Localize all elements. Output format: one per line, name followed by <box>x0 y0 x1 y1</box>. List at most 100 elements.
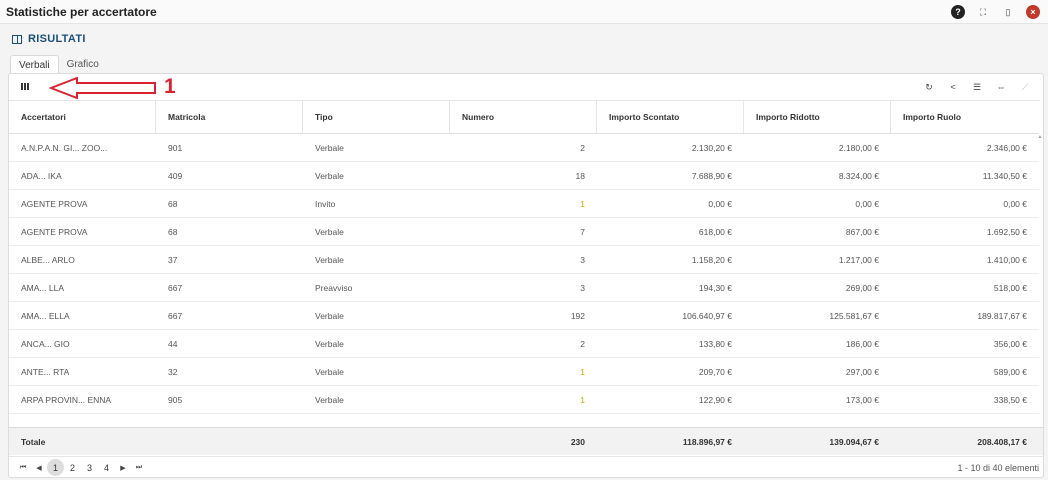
cell-importo-ruolo: 518,00 € <box>993 282 1027 293</box>
cell-tipo: Verbale <box>315 254 344 265</box>
prev-page-button[interactable]: ◀ <box>31 464 47 472</box>
totals-importo-ridotto: 139.094,67 € <box>829 436 879 447</box>
totals-empty-matricola <box>156 428 303 455</box>
cell-importo-ruolo: 1.692,50 € <box>986 226 1027 237</box>
book-icon <box>12 34 22 44</box>
cell-importo-ruolo: 338,50 € <box>993 394 1027 405</box>
cell-accertatore: AMA... LLA <box>21 282 64 293</box>
table-row[interactable]: AMA... ELLA 667 Verbale 192 106.640,97 € 125.… <box>9 302 1039 330</box>
totals-label: Totale <box>21 436 46 447</box>
cell-matricola: 37 <box>168 254 178 265</box>
table-row[interactable]: ANTE... RTA 32 Verbale 1 209,70 € 297,00 € 589… <box>9 358 1039 386</box>
table-row[interactable]: ADA... IKA 409 Verbale 18 7.688,90 € 8.324,00… <box>9 162 1039 190</box>
cell-accertatore: ALBE... ARLO <box>21 254 75 265</box>
tab-grafico[interactable]: Grafico <box>59 55 107 73</box>
cell-importo-scontato: 133,80 € <box>698 338 732 349</box>
cell-importo-ruolo: 11.340,50 € <box>982 170 1027 181</box>
cell-importo-scontato: 618,00 € <box>698 226 732 237</box>
column-header-importo-scontato[interactable]: Importo Scontato <box>597 101 744 133</box>
table-row[interactable]: A.N.P.A.N. GI... ZOO... 901 Verbale 2 2.130,… <box>9 134 1039 162</box>
columns-fit-icon[interactable]: ⇔ <box>993 79 1009 95</box>
totals-row: Totale 230 118.896,97 € 139.094,67 € 208… <box>9 427 1043 455</box>
cell-tipo: Preavviso <box>315 282 353 293</box>
cell-accertatore: AGENTE PROVA <box>21 226 88 237</box>
cell-importo-ridotto: 173,00 € <box>845 394 879 405</box>
next-page-button[interactable]: ▶ <box>115 464 131 472</box>
expand-icon[interactable]: ⛶ <box>976 5 990 19</box>
refresh-icon[interactable]: ↻ <box>921 79 937 95</box>
results-section-header: RISULTATI <box>12 33 86 45</box>
help-icon[interactable]: ? <box>951 5 965 19</box>
bookmark-icon[interactable]: ▯ <box>1001 5 1015 19</box>
cell-numero: 2 <box>580 338 585 349</box>
cell-tipo: Verbale <box>315 338 344 349</box>
scroll-up-icon[interactable]: ▲ <box>1037 134 1043 140</box>
table-row[interactable]: AGENTE PROVA 68 Invito 1 0,00 € 0,00 € 0,00 € <box>9 190 1039 218</box>
cell-matricola: 32 <box>168 366 178 377</box>
table-row[interactable]: ALBE... ARLO 37 Verbale 3 1.158,20 € 1.217,00… <box>9 246 1039 274</box>
page-1-button[interactable]: 1 <box>47 459 64 476</box>
first-page-button[interactable]: ⏮ <box>15 464 31 472</box>
column-chooser-icon[interactable] <box>21 83 29 90</box>
cell-importo-scontato: 1.158,20 € <box>691 254 732 265</box>
cell-accertatore: ANCA... GIO <box>21 338 70 349</box>
page-3-button[interactable]: 3 <box>81 459 98 476</box>
cell-importo-ridotto: 867,00 € <box>845 226 879 237</box>
main-content: RISULTATI Verbali Grafico 1 ↻ < ☰ ⇔ ⟋ Ac… <box>0 24 1048 480</box>
cell-importo-ruolo: 356,00 € <box>993 338 1027 349</box>
totals-importo-ruolo: 208.408,17 € <box>977 436 1027 447</box>
list-icon[interactable]: ☰ <box>969 79 985 95</box>
close-icon[interactable]: × <box>1026 5 1040 19</box>
column-header-accertatori[interactable]: Accertatori <box>9 101 156 133</box>
column-header-matricola[interactable]: Matricola <box>156 101 303 133</box>
cell-importo-scontato: 106.640,97 € <box>682 310 732 321</box>
cell-importo-ridotto: 269,00 € <box>845 282 879 293</box>
page-2-button[interactable]: 2 <box>64 459 81 476</box>
cell-matricola: 409 <box>168 170 183 181</box>
cell-importo-scontato: 194,30 € <box>698 282 732 293</box>
column-header-importo-ruolo[interactable]: Importo Ruolo <box>891 101 1039 133</box>
table-row[interactable]: ARPA PROVIN... ENNA 905 Verbale 1 122,90 € 17… <box>9 386 1039 414</box>
table-row[interactable]: ANCA... GIO 44 Verbale 2 133,80 € 186,00 € 356… <box>9 330 1039 358</box>
cell-accertatore: A.N.P.A.N. GI... ZOO... <box>21 142 108 153</box>
totals-empty-tipo <box>303 428 450 455</box>
window-titlebar: Statistiche per accertatore ? ⛶ ▯ × <box>0 0 1048 24</box>
pagination-bar: ⏮ ◀ 1 2 3 4 ▶ ⏭ 1 - 10 di 40 elementi <box>9 456 1043 478</box>
column-header-importo-ridotto[interactable]: Importo Ridotto <box>744 101 891 133</box>
cell-numero: 3 <box>580 282 585 293</box>
tab-verbali[interactable]: Verbali <box>10 55 59 73</box>
column-header-tipo[interactable]: Tipo <box>303 101 450 133</box>
cell-importo-scontato: 7.688,90 € <box>691 170 732 181</box>
cell-importo-ridotto: 2.180,00 € <box>838 142 879 153</box>
cell-importo-scontato: 122,90 € <box>698 394 732 405</box>
share-icon[interactable]: < <box>945 79 961 95</box>
window-controls: ? ⛶ ▯ × <box>951 5 1040 19</box>
column-header-numero[interactable]: Numero <box>450 101 597 133</box>
cell-accertatore: AMA... ELLA <box>21 310 70 321</box>
vertical-scrollbar[interactable]: ▲ <box>1037 134 1043 364</box>
table-row[interactable]: AMA... LLA 667 Preavviso 3 194,30 € 269,00 € 5… <box>9 274 1039 302</box>
window-title: Statistiche per accertatore <box>6 5 157 19</box>
cell-numero: 2 <box>580 142 585 153</box>
cell-importo-scontato: 2.130,20 € <box>691 142 732 153</box>
cell-importo-ruolo: 0,00 € <box>1003 198 1027 209</box>
totals-importo-scontato: 118.896,97 € <box>682 436 732 447</box>
page-4-button[interactable]: 4 <box>98 459 115 476</box>
annotation-arrow <box>49 77 156 99</box>
cell-numero: 18 <box>575 170 585 181</box>
cell-matricola: 667 <box>168 310 183 321</box>
cell-tipo: Verbale <box>315 170 344 181</box>
table-row[interactable]: AGENTE PROVA 68 Verbale 7 618,00 € 867,00 € 1.… <box>9 218 1039 246</box>
cell-accertatore: ARPA PROVIN... ENNA <box>21 394 112 405</box>
cell-importo-ruolo: 189.817,67 € <box>977 310 1027 321</box>
cell-importo-ridotto: 0,00 € <box>855 198 879 209</box>
section-title: RISULTATI <box>28 33 86 45</box>
cell-tipo: Invito <box>315 198 336 209</box>
table-header-row: Accertatori Matricola Tipo Numero Import… <box>9 100 1039 134</box>
cell-importo-ruolo: 589,00 € <box>993 366 1027 377</box>
cell-numero: 7 <box>580 226 585 237</box>
cell-accertatore: ANTE... RTA <box>21 366 70 377</box>
last-page-button[interactable]: ⏭ <box>131 464 147 472</box>
cell-matricola: 68 <box>168 226 178 237</box>
cell-importo-ridotto: 125.581,67 € <box>829 310 879 321</box>
